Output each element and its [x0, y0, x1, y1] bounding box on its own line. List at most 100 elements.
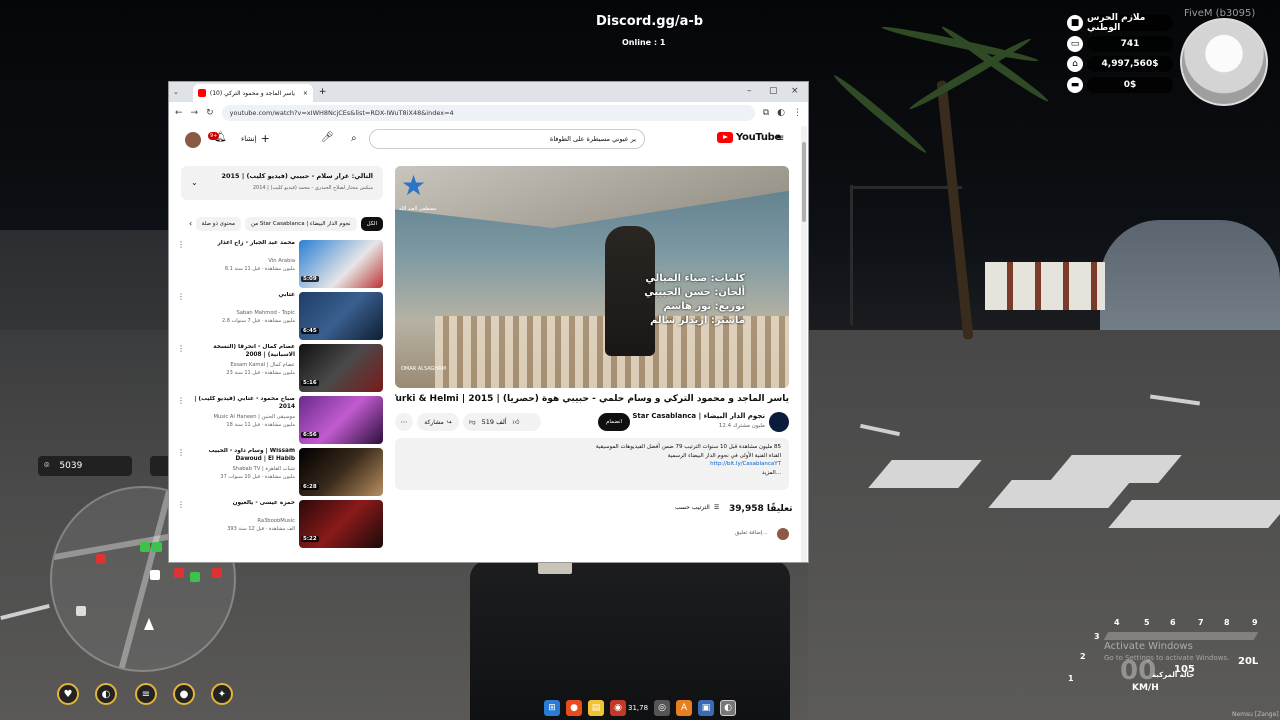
add-comment-input[interactable]: إضافة تعليق... — [735, 530, 768, 536]
like-icon[interactable]: 👍︎ — [513, 418, 520, 426]
rec-title[interactable]: وسام داود - الحبيب | Wissam Dawoud | El … — [193, 448, 295, 463]
server-tag: Nemsu [Zange] — [1232, 711, 1279, 718]
reload-icon[interactable]: ↻ — [206, 108, 214, 118]
close-window-icon[interactable]: × — [791, 86, 799, 96]
recommended-item[interactable]: 5:22 حمزة عيسى - يالعيون Ra3boobMusic 39… — [177, 500, 383, 548]
kebab-menu-icon[interactable]: ⋮ — [177, 292, 185, 301]
like-count[interactable]: 519 ألف — [482, 418, 507, 426]
notification-badge: 9+ — [208, 132, 220, 140]
channel-avatar[interactable] — [769, 412, 789, 432]
rec-channel[interactable]: Music Al Haneen | موسيقى الحنين — [193, 414, 295, 420]
app-icon[interactable]: ◉ — [610, 700, 626, 716]
rec-channel[interactable]: Shabab TV | شباب القاهرة — [193, 466, 295, 472]
rec-duration: 6:56 — [301, 432, 319, 438]
extensions-icon[interactable]: ⧉ — [763, 108, 769, 118]
gear-label: 5 — [1144, 618, 1150, 627]
scroll-thumb[interactable] — [802, 142, 806, 222]
close-tab-icon[interactable]: × — [303, 90, 308, 97]
kebab-menu-icon[interactable]: ⋮ — [177, 500, 185, 509]
search-input[interactable]: ير عيوني مسيطرة على الطوفاة — [369, 129, 645, 149]
rank-row: ■ ملازم الحرس الوطني — [1067, 13, 1173, 33]
minimize-icon[interactable]: – — [747, 86, 752, 96]
id-value: 741 — [1087, 36, 1173, 52]
minimap-blip — [174, 568, 184, 578]
back-icon[interactable]: ← — [175, 108, 183, 118]
rec-title[interactable]: صباح محمود - عتابي (فيديو كليب) | 2014 — [193, 396, 295, 411]
chip-all[interactable]: الكل — [360, 217, 383, 231]
tab-title: (10) ياسر الماجد و محمود التركي — [209, 89, 295, 97]
browser-menu-icon[interactable]: ⋮ — [793, 108, 802, 118]
discord-link: Discord.gg/a-b — [596, 14, 704, 29]
description-more[interactable]: ...المزيد — [403, 469, 781, 478]
tab-list-icon[interactable]: ⌄ — [173, 88, 179, 96]
video-credit-line: توزيع: نور هاشم — [663, 301, 745, 312]
channel-name[interactable]: Star Casablanca | نجوم الدار البيضاء — [619, 412, 765, 420]
chip-related[interactable]: محتوى ذو صلة — [195, 217, 241, 231]
location-code: 5039 — [59, 461, 83, 471]
chevron-down-icon[interactable]: ⌄ — [191, 178, 198, 187]
gear-label: 9 — [1252, 618, 1258, 627]
rec-title[interactable]: محمد عبد الجبار - زاح اعذار — [193, 240, 295, 248]
location-box: ⌾ 5039 — [38, 456, 132, 476]
speed-unit: KM/H — [1132, 683, 1159, 693]
editor-icon[interactable]: A — [676, 700, 693, 716]
maximize-icon[interactable]: ▢ — [769, 86, 778, 96]
rec-channel[interactable]: Saban Mahmod - Topic — [193, 310, 295, 316]
sort-button[interactable]: الترتيب حسب ☰ — [675, 504, 719, 511]
search-icon[interactable]: ⌕ — [351, 133, 357, 144]
license-plate — [538, 560, 572, 574]
create-button[interactable]: إنشاء + — [241, 132, 270, 145]
explorer-icon[interactable]: ▣ — [698, 700, 715, 716]
tab-youtube[interactable]: (10) ياسر الماجد و محمود التركي × — [192, 84, 313, 102]
chip-channel[interactable]: من Star Casablanca | نجوم الدار البيضاء — [244, 217, 357, 231]
video-credit-line: ماستر: اريدلر سالم — [650, 315, 745, 326]
fuel-value: 20L — [1238, 656, 1259, 667]
player-arrow-icon — [144, 618, 154, 630]
profile-icon[interactable]: ◐ — [777, 108, 785, 118]
recommended-item[interactable]: 5:09 محمد عبد الجبار - زاح اعذار Vin Ara… — [177, 240, 383, 288]
filter-chips: محتوى ذو صلة من Star Casablanca | نجوم ا… — [187, 216, 383, 232]
gear-label: 6 — [1170, 618, 1176, 627]
rec-title[interactable]: عصام كمال - انحرقا (النسخة الاسبانية) | … — [193, 344, 295, 359]
dislike-icon[interactable]: 👎︎ — [469, 418, 476, 426]
kebab-menu-icon[interactable]: ⋮ — [177, 396, 185, 405]
kebab-menu-icon[interactable]: ⋮ — [177, 344, 185, 353]
gear-label: 3 — [1094, 632, 1100, 641]
food-icon: ≡ — [135, 683, 157, 705]
description-box[interactable]: 85 مليون مشاهدة قبل 10 سنوات الترتيب 79 … — [395, 438, 789, 490]
address-bar[interactable]: youtube.com/watch?v=xIWH8NcjCEs&list=RDX… — [221, 105, 755, 121]
kebab-menu-icon[interactable]: ⋮ — [177, 240, 185, 249]
rec-channel[interactable]: Ra3boobMusic — [193, 518, 295, 524]
youtube-logo[interactable]: YouTube — [717, 132, 781, 143]
forward-icon[interactable]: → — [191, 108, 199, 118]
share-label: مشاركة — [424, 418, 444, 426]
bank-value: 4,997,560$ — [1087, 56, 1173, 72]
rec-title[interactable]: حمزة عيسى - يالعيون — [193, 500, 295, 508]
kebab-menu-icon[interactable]: ⋮ — [177, 448, 185, 457]
folder-icon[interactable]: ▤ — [588, 700, 604, 716]
new-tab-button[interactable]: + — [319, 87, 327, 97]
recommended-item[interactable]: 6:56 صباح محمود - عتابي (فيديو كليب) | 2… — [177, 396, 383, 444]
windows-icon[interactable]: ⊞ — [544, 700, 560, 716]
rec-channel[interactable]: Essam Kamal | عصام كمال — [193, 362, 295, 368]
sort-label: الترتيب حسب — [675, 504, 710, 511]
hamburger-menu-icon[interactable]: ≡ — [776, 133, 784, 144]
recommended-item[interactable]: 6:28 وسام داود - الحبيب | Wissam Dawoud … — [177, 448, 383, 496]
playlist-title: التالي: غرار سلام - حبيبي (فيديو كليب) |… — [221, 172, 373, 180]
share-button[interactable]: مشاركة ↪ — [417, 413, 459, 431]
description-link[interactable]: http://bit.ly/CasablancaYT — [403, 460, 781, 469]
game-icon[interactable]: ● — [566, 700, 582, 716]
video-player[interactable]: كلمات: ضياء الميالي ألحان: حسن الحبيبي ت… — [395, 166, 789, 388]
rec-channel[interactable]: Vin Arabia — [193, 258, 295, 264]
bank-icon: ⌂ — [1067, 56, 1083, 72]
steam-icon[interactable]: ◎ — [654, 700, 671, 716]
join-button[interactable]: انضمام — [598, 413, 630, 431]
browser-window: ⌄ (10) ياسر الماجد و محمود التركي × + – … — [169, 82, 808, 562]
rec-title[interactable]: عتابي — [193, 292, 295, 300]
chrome-icon[interactable]: ◐ — [720, 700, 737, 716]
recommended-item[interactable]: 5:16 عصام كمال - انحرقا (النسخة الاسباني… — [177, 344, 383, 392]
more-actions-button[interactable]: ⋯ — [395, 413, 413, 431]
mic-icon[interactable]: 🎤︎ — [321, 132, 334, 143]
user-avatar[interactable] — [185, 132, 201, 148]
recommended-item[interactable]: 6:45 عتابي Saban Mahmod - Topic 2.8 مليو… — [177, 292, 383, 340]
